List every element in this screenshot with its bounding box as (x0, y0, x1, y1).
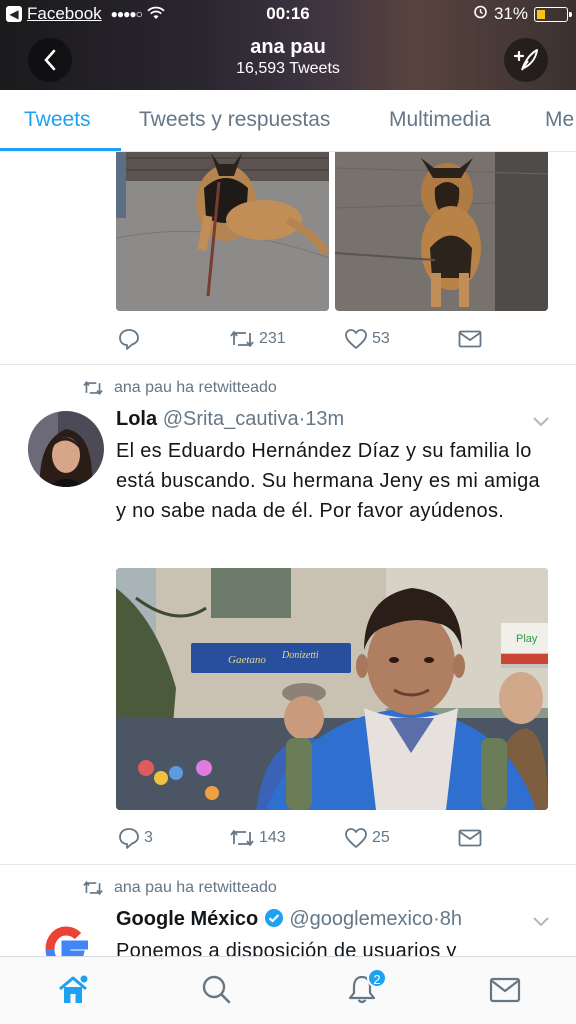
tweet-author-line: Google México @googlemexico·8h (116, 908, 462, 931)
direct-message-button[interactable] (458, 829, 482, 847)
retweet-context: ana pau ha retwitteado (82, 879, 277, 897)
tweet-author-line: Lola @Srita_cautiva·13m (116, 408, 344, 431)
tweet-options-button[interactable] (532, 414, 550, 432)
like-count: 25 (372, 829, 390, 846)
tweet-time: 13m (305, 408, 345, 430)
profile-tabs: Tweets Tweets y respuestas Multimedia Me (0, 90, 576, 152)
retweet-small-icon (83, 380, 103, 396)
tweet-text: El es Eduardo Hernández Díaz y su famili… (116, 440, 540, 522)
battery-percent: 31% (493, 4, 528, 23)
reply-count: 3 (144, 829, 153, 846)
battery-fill (537, 9, 545, 19)
profile-name: ana pau (250, 36, 326, 58)
envelope-icon (489, 977, 521, 1003)
retweet-context-label: ana pau ha retwitteado (114, 379, 277, 396)
home-icon (59, 975, 88, 1003)
shop-sign-text-3: Play (516, 633, 538, 645)
status-bar: ◀ Facebook ●●●●○ 00:16 31% (0, 0, 576, 28)
tweet-divider (0, 864, 576, 865)
tab-media[interactable]: Multimedia (389, 108, 491, 132)
author-name[interactable]: Google México (116, 908, 258, 930)
chevron-down-icon (533, 917, 549, 927)
nav-home[interactable] (56, 973, 90, 1012)
tweet-options-button[interactable] (532, 914, 550, 932)
retweet-context-label: ana pau ha retwitteado (114, 879, 277, 896)
tweet-feed[interactable]: 231 53 ana pau ha retwitteado Lola @Srit… (0, 152, 576, 956)
tab-tweets[interactable]: Tweets (24, 108, 91, 132)
like-button[interactable]: 53 (344, 328, 390, 350)
retweet-button[interactable]: 143 (229, 827, 286, 849)
battery-icon (534, 6, 572, 22)
search-icon (202, 975, 231, 1004)
verified-badge-icon (264, 909, 283, 927)
heart-icon (345, 329, 367, 349)
like-button[interactable]: 25 (344, 827, 390, 849)
retweet-small-icon (83, 880, 103, 896)
compose-tweet-button[interactable] (504, 38, 548, 82)
tweet-count: 16,593 Tweets (236, 60, 340, 77)
author-handle[interactable]: @googlemexico (289, 908, 433, 930)
retweet-icon (230, 331, 254, 347)
notifications-badge: 2 (367, 968, 387, 988)
tweet-time: 8h (439, 908, 463, 930)
direct-message-button[interactable] (458, 330, 482, 348)
retweet-icon (230, 830, 254, 846)
like-count: 53 (372, 330, 390, 347)
google-logo-avatar[interactable] (28, 911, 104, 956)
reply-button[interactable]: 3 (118, 827, 153, 849)
shop-sign-text-1: Gaetano (228, 654, 266, 666)
nav-search[interactable] (200, 973, 232, 1010)
tweet-photo-dog-left[interactable] (116, 152, 329, 311)
author-handle[interactable]: @Srita_cautiva (163, 408, 299, 430)
heart-icon (345, 828, 367, 848)
nav-messages[interactable] (489, 977, 521, 1008)
reply-button[interactable] (118, 328, 144, 350)
compose-feather-icon (513, 49, 538, 71)
reply-icon (119, 329, 139, 350)
retweet-context: ana pau ha retwitteado (82, 379, 277, 397)
retweet-button[interactable]: 231 (229, 328, 286, 350)
tweet-text: Ponemos a disposición de usuarios y (116, 940, 457, 956)
author-name[interactable]: Lola (116, 408, 157, 430)
alarm-icon (473, 4, 488, 24)
tweet-divider (0, 364, 576, 365)
tab-tweets-and-replies[interactable]: Tweets y respuestas (139, 108, 330, 132)
active-tab-indicator (0, 148, 121, 151)
avatar[interactable] (28, 411, 104, 487)
profile-header: ◀ Facebook ●●●●○ 00:16 31% ana pau 16,59… (0, 0, 576, 90)
tweet-photo-missing-person[interactable]: Gaetano Donizetti Play (116, 568, 548, 810)
retweet-count: 143 (259, 829, 286, 846)
chevron-down-icon (533, 417, 549, 427)
retweet-count: 231 (259, 330, 286, 347)
tweet-photo-dog-right[interactable] (335, 152, 548, 311)
shop-sign-text-2: Donizetti (281, 650, 319, 661)
envelope-icon (458, 330, 482, 348)
envelope-icon (458, 829, 482, 847)
time-separator: · (433, 908, 440, 930)
bottom-tab-bar: 2 (0, 956, 576, 1024)
reply-icon (119, 828, 139, 849)
tab-likes[interactable]: Me (545, 108, 574, 132)
